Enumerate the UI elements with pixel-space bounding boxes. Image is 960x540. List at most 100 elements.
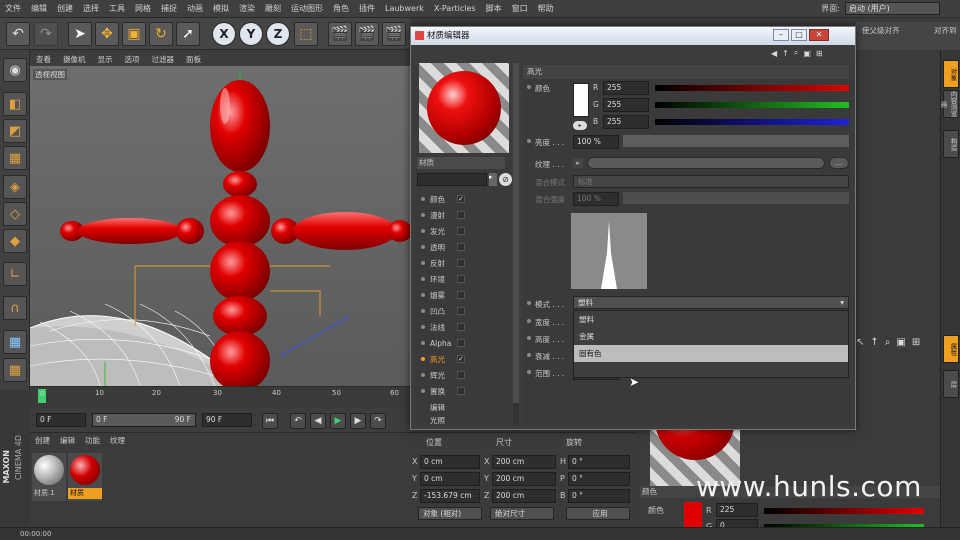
coord-mode-dropdown[interactable]: 对象 (相对) — [418, 507, 482, 520]
channel-alpha[interactable]: Alpha — [421, 335, 509, 351]
maximize-icon[interactable]: □ — [791, 29, 807, 41]
viewport-menu-display[interactable]: 显示 — [92, 54, 119, 65]
spec-r-slider[interactable] — [655, 85, 849, 91]
mm-menu-edit[interactable]: 编辑 — [55, 435, 80, 446]
tab-content-browser[interactable]: 内容浏览器 — [939, 90, 959, 118]
dialog-up-icon[interactable]: ↑ — [782, 49, 789, 58]
redo-icon[interactable]: ↷ — [34, 22, 58, 46]
play-icon[interactable]: ▶ — [330, 413, 346, 429]
texture-browse-button[interactable]: ... — [829, 157, 849, 169]
channel-color-checkbox[interactable]: ✓ — [457, 195, 465, 203]
spec-color-swatch[interactable] — [573, 83, 589, 117]
nav-new-icon[interactable]: ⊞ — [912, 337, 920, 348]
coordinate-system-icon[interactable]: ⬚ — [294, 22, 318, 46]
apply-button[interactable]: 应用 — [566, 507, 630, 520]
channel-fog[interactable]: 烟雾 — [421, 287, 509, 303]
menu-script[interactable]: 脚本 — [481, 3, 507, 14]
lock-workplane-icon[interactable]: ▦ — [3, 358, 27, 382]
spec-g-field[interactable]: 255 — [603, 98, 649, 112]
material-search-field[interactable] — [417, 173, 487, 186]
mode-dropdown[interactable]: 塑料 ▾ — [573, 296, 849, 309]
menu-help[interactable]: 帮助 — [533, 3, 559, 14]
attr-r-slider[interactable] — [764, 508, 924, 514]
menu-animate[interactable]: 动画 — [182, 3, 208, 14]
channel-glow[interactable]: 辉光 — [421, 367, 509, 383]
channel-luminance-checkbox[interactable] — [457, 227, 465, 235]
material-swatch-2[interactable]: 材质 — [68, 453, 102, 501]
viewport-menu-filter[interactable]: 过滤器 — [146, 54, 181, 65]
menu-tools[interactable]: 工具 — [104, 3, 130, 14]
size-z-field[interactable]: 200 cm — [492, 489, 556, 503]
mode-option-solid-color[interactable]: 固有色 — [574, 345, 848, 362]
axis-y-button[interactable]: Y — [239, 22, 263, 46]
channel-color[interactable]: 颜色 ✓ — [421, 191, 509, 207]
dialog-lock-icon[interactable]: ▣ — [803, 49, 811, 58]
layout-select[interactable]: 启动 (用户) — [845, 2, 940, 15]
channel-specular[interactable]: 高光 ✓ — [421, 351, 509, 367]
axis-x-button[interactable]: X — [212, 22, 236, 46]
menu-file[interactable]: 文件 — [0, 3, 26, 14]
channel-glow-checkbox[interactable] — [457, 371, 465, 379]
render-view-icon[interactable]: 🎬 — [328, 22, 352, 46]
nav-back-icon[interactable]: ↖ — [856, 337, 864, 348]
viewport-menu-camera[interactable]: 摄像机 — [57, 54, 92, 65]
rot-b-field[interactable]: 0 ° — [568, 489, 630, 503]
channel-environment[interactable]: 环境 — [421, 271, 509, 287]
select-arrow-icon[interactable]: ➤ — [68, 22, 92, 46]
menu-laubwerk[interactable]: Laubwerk — [380, 4, 429, 13]
axis-tool-icon[interactable]: ∟ — [3, 262, 27, 286]
minimize-icon[interactable]: – — [773, 29, 789, 41]
menu-window[interactable]: 窗口 — [507, 3, 533, 14]
pos-y-field[interactable]: 0 cm — [420, 472, 480, 486]
spec-b-slider[interactable] — [655, 119, 849, 125]
axis-z-button[interactable]: Z — [266, 22, 290, 46]
points-mode-icon[interactable]: ◈ — [3, 175, 27, 199]
scale-icon[interactable]: ▣ — [122, 22, 146, 46]
spec-g-slider[interactable] — [655, 102, 849, 108]
channel-normal[interactable]: 法线 — [421, 319, 509, 335]
texture-slot[interactable] — [587, 157, 825, 169]
spec-b-field[interactable]: 255 — [603, 115, 649, 129]
menu-render[interactable]: 渲染 — [234, 3, 260, 14]
frame-range-slider[interactable]: 0 F 90 F — [92, 413, 196, 427]
viewport-menu-view[interactable]: 查看 — [30, 54, 57, 65]
size-x-field[interactable]: 200 cm — [492, 455, 556, 469]
parent-align-label[interactable]: 使父级对齐 — [862, 25, 900, 36]
attr-color-swatch[interactable] — [684, 502, 702, 528]
grid-snap-icon[interactable]: ▦ — [3, 330, 27, 354]
channel-reflection[interactable]: 反射 — [421, 255, 509, 271]
prev-key-icon[interactable]: ↶ — [290, 413, 306, 429]
blend-mode-dropdown[interactable]: 标准 — [573, 175, 849, 188]
menu-mograph[interactable]: 运动图形 — [286, 3, 328, 14]
next-frame-icon[interactable]: ▶ — [350, 413, 366, 429]
start-frame-field[interactable]: 0 F — [36, 413, 86, 427]
channel-diffusion-checkbox[interactable] — [457, 211, 465, 219]
mm-menu-function[interactable]: 功能 — [80, 435, 105, 446]
close-icon[interactable]: ✕ — [809, 29, 829, 41]
channel-normal-checkbox[interactable] — [457, 323, 465, 331]
polygons-mode-icon[interactable]: ◆ — [3, 229, 27, 253]
menu-plugins[interactable]: 插件 — [354, 3, 380, 14]
brightness-slider[interactable] — [623, 135, 849, 147]
model-mode-icon[interactable]: ◧ — [3, 92, 27, 116]
mode-option-plastic[interactable]: 塑料 — [574, 311, 848, 328]
menu-character[interactable]: 角色 — [328, 3, 354, 14]
channel-bump-checkbox[interactable] — [457, 307, 465, 315]
texture-arrow-icon[interactable]: ▸ — [573, 158, 583, 168]
workplane-icon[interactable]: ▦ — [3, 146, 27, 170]
size-mode-dropdown[interactable]: 绝对尺寸 — [490, 507, 554, 520]
menu-create[interactable]: 创建 — [52, 3, 78, 14]
move-icon[interactable]: ✥ — [95, 22, 119, 46]
channel-scroll-thumb[interactable] — [513, 63, 519, 403]
tab-attributes[interactable]: 属性 — [943, 335, 959, 363]
rotate-icon[interactable]: ↻ — [149, 22, 173, 46]
menu-xparticles[interactable]: X-Particles — [429, 4, 481, 13]
attr-r-field[interactable]: 225 — [716, 503, 758, 517]
menu-simulate[interactable]: 模拟 — [208, 3, 234, 14]
color-expand-icon[interactable]: ▸ — [573, 121, 587, 130]
dialog-titlebar[interactable]: 材质编辑器 – □ ✕ — [411, 27, 855, 45]
align-to-label[interactable]: 对齐到 — [934, 25, 957, 36]
mm-menu-create[interactable]: 创建 — [30, 435, 55, 446]
tab-layers[interactable]: 层 — [943, 370, 959, 398]
nav-lock-icon[interactable]: ▣ — [896, 337, 905, 348]
